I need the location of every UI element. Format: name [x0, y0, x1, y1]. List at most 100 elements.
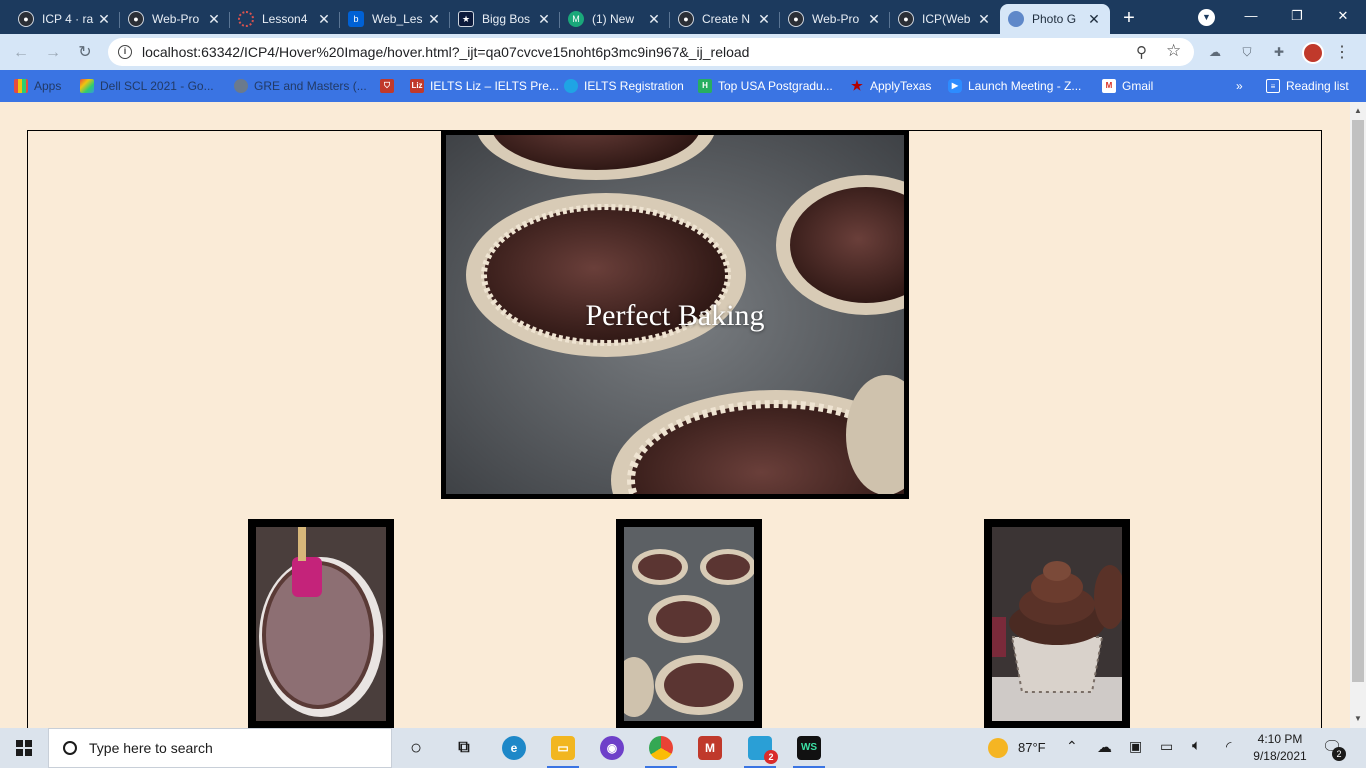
url-text[interactable]: localhost:63342/ICP4/Hover%20Image/hover… — [142, 44, 749, 60]
task-view-icon[interactable]: ⧉ — [452, 736, 476, 760]
bookmark-label: Top USA Postgradu... — [718, 79, 833, 93]
reading-list-icon: ≡ — [1266, 79, 1280, 93]
chevron-up-icon[interactable]: ⌃ — [1066, 738, 1078, 755]
minimize-button[interactable]: — — [1228, 0, 1274, 32]
scroll-down-icon[interactable]: ▼ — [1354, 714, 1362, 723]
file-explorer-icon[interactable]: ▭ — [547, 736, 579, 768]
page-scrollbar[interactable]: ▲ ▼ — [1350, 102, 1366, 728]
profile-avatar[interactable] — [1302, 42, 1324, 64]
tab-3[interactable]: Lesson4 ✕ — [230, 4, 340, 34]
forward-icon[interactable]: → — [42, 42, 64, 64]
tab-4[interactable]: b Web_Les ✕ — [340, 4, 450, 34]
close-icon[interactable]: ✕ — [1086, 11, 1102, 28]
mcafee-icon[interactable]: M — [698, 736, 722, 760]
bookmark-ielts-liz[interactable]: Liz IELTS Liz – IELTS Pre... — [410, 76, 559, 96]
star-icon: ★ — [851, 78, 863, 93]
bookmark-zoom[interactable]: ▶ Launch Meeting - Z... — [948, 76, 1081, 96]
reading-list-button[interactable]: ≡ Reading list — [1266, 76, 1349, 96]
hero-image[interactable]: Perfect Baking — [441, 130, 909, 499]
box-icon: b — [348, 11, 364, 27]
tab-9[interactable]: ● ICP(Web ✕ — [890, 4, 1000, 34]
bookmark-shield[interactable]: ⛉ — [380, 76, 400, 96]
bookmark-apps[interactable]: Apps — [14, 76, 61, 96]
bookmark-gre-masters[interactable]: GRE and Masters (... — [234, 76, 367, 96]
puzzle-icon[interactable]: ✚ — [1270, 43, 1288, 61]
bookmark-applytexas[interactable]: ★ ApplyTexas — [850, 76, 931, 96]
tab-active-photo-gallery[interactable]: Photo G ✕ — [1000, 4, 1110, 34]
address-bar[interactable]: i localhost:63342/ICP4/Hover%20Image/hov… — [108, 38, 1194, 66]
tab-8[interactable]: ● Web-Pro ✕ — [780, 4, 890, 34]
tab-6[interactable]: M (1) New ✕ — [560, 4, 670, 34]
bookmark-gmail[interactable]: M Gmail — [1102, 76, 1153, 96]
onedrive-icon[interactable]: ☁ — [1097, 738, 1112, 756]
mixing-bowl-thumbnail[interactable] — [248, 519, 394, 729]
tab-5[interactable]: ★ Bigg Bos ✕ — [450, 4, 560, 34]
weather-icon[interactable] — [988, 738, 1008, 758]
hero-caption: Perfect Baking — [585, 299, 765, 332]
more-bookmarks-button[interactable]: » — [1236, 76, 1243, 96]
muffin-tin-thumbnail[interactable] — [616, 519, 762, 729]
extension-icon[interactable]: ☁ — [1206, 43, 1224, 61]
zoom-icon[interactable]: ⚲ — [1136, 43, 1147, 61]
wifi-icon[interactable]: ◜ — [1226, 738, 1231, 755]
scroll-up-icon[interactable]: ▲ — [1354, 106, 1362, 115]
close-icon[interactable]: ✕ — [756, 11, 772, 28]
tab-title: Lesson4 — [262, 12, 308, 26]
bookmarks-bar: Apps Dell SCL 2021 - Go... GRE and Maste… — [0, 70, 1366, 102]
chrome-icon[interactable] — [645, 736, 677, 768]
tab-search-icon[interactable]: ▼ — [1198, 9, 1215, 26]
bookmark-star-icon[interactable]: ☆ — [1166, 41, 1181, 61]
site-info-icon[interactable]: i — [118, 45, 132, 59]
chevron-double-icon: » — [1236, 79, 1243, 93]
edge-icon[interactable]: e — [502, 736, 526, 760]
close-icon[interactable]: ✕ — [426, 11, 442, 28]
back-icon[interactable]: ← — [10, 42, 32, 64]
battery-icon[interactable]: ▭ — [1160, 738, 1173, 755]
colors-icon — [80, 79, 94, 93]
bookmark-top-usa[interactable]: H Top USA Postgradu... — [698, 76, 833, 96]
close-icon[interactable]: ✕ — [646, 11, 662, 28]
tab-2[interactable]: ● Web-Pro ✕ — [120, 4, 230, 34]
bookmark-label: ApplyTexas — [870, 79, 932, 93]
display-icon[interactable]: ▣ — [1129, 738, 1142, 755]
taskbar-search-box[interactable]: Type here to search — [48, 728, 392, 768]
shield-extension-icon[interactable]: ⛉ — [1238, 43, 1256, 61]
new-tab-button[interactable]: + — [1118, 7, 1140, 29]
globe-icon — [1008, 11, 1024, 27]
tab-strip: ● ICP 4 · ra ✕ ● Web-Pro ✕ Lesson4 ✕ b W… — [0, 0, 1366, 34]
volume-icon[interactable]: 🔈︎ — [1192, 737, 1201, 754]
system-clock[interactable]: 4:10 PM 9/18/2021 — [1250, 731, 1310, 765]
close-icon[interactable]: ✕ — [316, 11, 332, 28]
close-window-button[interactable]: ✕ — [1320, 0, 1366, 32]
github-icon: ● — [18, 11, 34, 27]
h-icon: H — [698, 79, 712, 93]
apps-icon — [14, 79, 28, 93]
clock-date: 9/18/2021 — [1253, 749, 1307, 763]
close-icon[interactable]: ✕ — [206, 11, 222, 28]
close-icon[interactable]: ✕ — [866, 11, 882, 28]
cupcake-thumbnail[interactable] — [984, 519, 1130, 729]
weather-temperature[interactable]: 87°F — [1018, 740, 1046, 755]
tab-title: ICP 4 · ra — [42, 12, 94, 26]
close-icon[interactable]: ✕ — [536, 11, 552, 28]
bookmark-ielts-registration[interactable]: IELTS Registration — [564, 76, 684, 96]
search-icon — [63, 741, 77, 755]
close-icon[interactable]: ✕ — [96, 11, 112, 28]
close-icon[interactable]: ✕ — [976, 11, 992, 28]
browser-toolbar: ← → ↻ i localhost:63342/ICP4/Hover%20Ima… — [0, 34, 1366, 70]
kebab-menu-icon[interactable]: ⋮ — [1334, 42, 1350, 64]
restore-button[interactable]: ❐ — [1274, 0, 1320, 32]
bookmark-label: Apps — [34, 79, 62, 93]
reload-icon[interactable]: ↻ — [74, 42, 96, 64]
bookmark-dell-scl[interactable]: Dell SCL 2021 - Go... — [80, 76, 214, 96]
chat-app-icon[interactable]: 2 — [744, 736, 778, 768]
webstorm-icon[interactable]: WS — [793, 736, 825, 768]
tab-title: Create N — [702, 12, 751, 26]
scrollbar-thumb[interactable] — [1352, 120, 1364, 682]
tab-7[interactable]: ● Create N ✕ — [670, 4, 780, 34]
start-button[interactable] — [0, 728, 48, 768]
github-desktop-icon[interactable]: ◉ — [600, 736, 624, 760]
cortana-icon[interactable]: ○ — [404, 736, 428, 760]
notification-icon[interactable]: 🗨︎ 2 — [1322, 737, 1346, 761]
tab-1[interactable]: ● ICP 4 · ra ✕ — [10, 4, 120, 34]
